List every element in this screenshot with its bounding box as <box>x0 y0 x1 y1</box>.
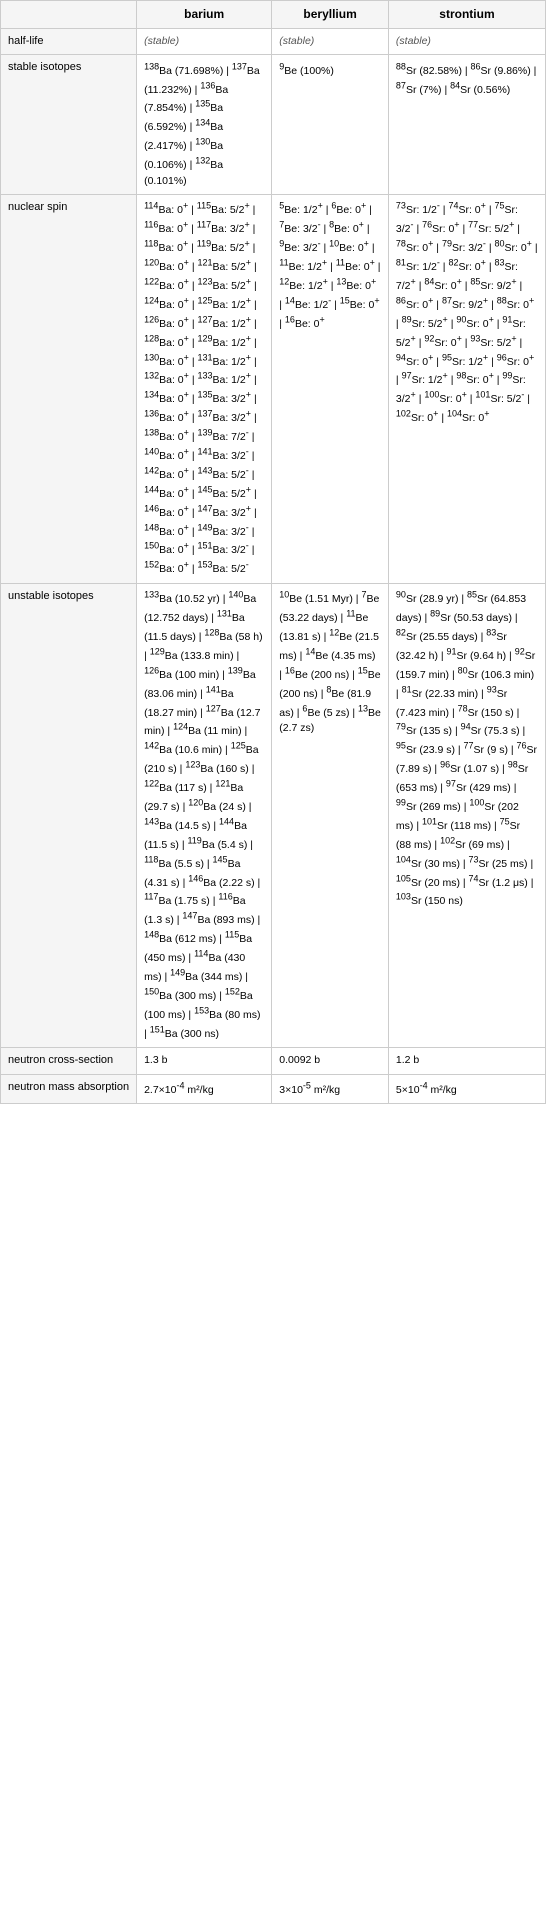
row-label-unstable-isotopes: unstable isotopes <box>1 583 137 1047</box>
strontium-unstable-isotopes: 90Sr (28.9 yr) | 85Sr (64.853 days) | 89… <box>388 583 545 1047</box>
strontium-half-life: (stable) <box>388 28 545 54</box>
beryllium-stable-isotopes: 9Be (100%) <box>272 55 389 195</box>
strontium-nuclear-spin: 73Sr: 1/2- | 74Sr: 0+ | 75Sr: 3/2- | 76S… <box>388 194 545 583</box>
strontium-stable-isotopes: 88Sr (82.58%) | 86Sr (9.86%) | 87Sr (7%)… <box>388 55 545 195</box>
barium-unstable-isotopes: 133Ba (10.52 yr) | 140Ba (12.752 days) |… <box>137 583 272 1047</box>
row-label-half-life: half-life <box>1 28 137 54</box>
barium-nuclear-spin: 114Ba: 0+ | 115Ba: 5/2+ | 116Ba: 0+ | 11… <box>137 194 272 583</box>
beryllium-neutron-cross-section: 0.0092 b <box>272 1048 389 1074</box>
barium-half-life: (stable) <box>137 28 272 54</box>
row-label-nuclear-spin: nuclear spin <box>1 194 137 583</box>
row-label-stable-isotopes: stable isotopes <box>1 55 137 195</box>
beryllium-half-life: (stable) <box>272 28 389 54</box>
beryllium-unstable-isotopes: 10Be (1.51 Myr) | 7Be (53.22 days) | 11B… <box>272 583 389 1047</box>
header-barium: barium <box>137 1 272 29</box>
barium-stable-isotopes: 138Ba (71.698%) | 137Ba (11.232%) | 136B… <box>137 55 272 195</box>
header-element <box>1 1 137 29</box>
beryllium-neutron-mass-absorption: 3×10-5 m²/kg <box>272 1074 389 1104</box>
header-beryllium: beryllium <box>272 1 389 29</box>
row-label-neutron-mass-absorption: neutron mass absorption <box>1 1074 137 1104</box>
strontium-neutron-mass-absorption: 5×10-4 m²/kg <box>388 1074 545 1104</box>
barium-neutron-mass-absorption: 2.7×10-4 m²/kg <box>137 1074 272 1104</box>
strontium-neutron-cross-section: 1.2 b <box>388 1048 545 1074</box>
header-strontium: strontium <box>388 1 545 29</box>
barium-neutron-cross-section: 1.3 b <box>137 1048 272 1074</box>
row-label-neutron-cross-section: neutron cross-section <box>1 1048 137 1074</box>
beryllium-nuclear-spin: 5Be: 1/2+ | 6Be: 0+ | 7Be: 3/2- | 8Be: 0… <box>272 194 389 583</box>
